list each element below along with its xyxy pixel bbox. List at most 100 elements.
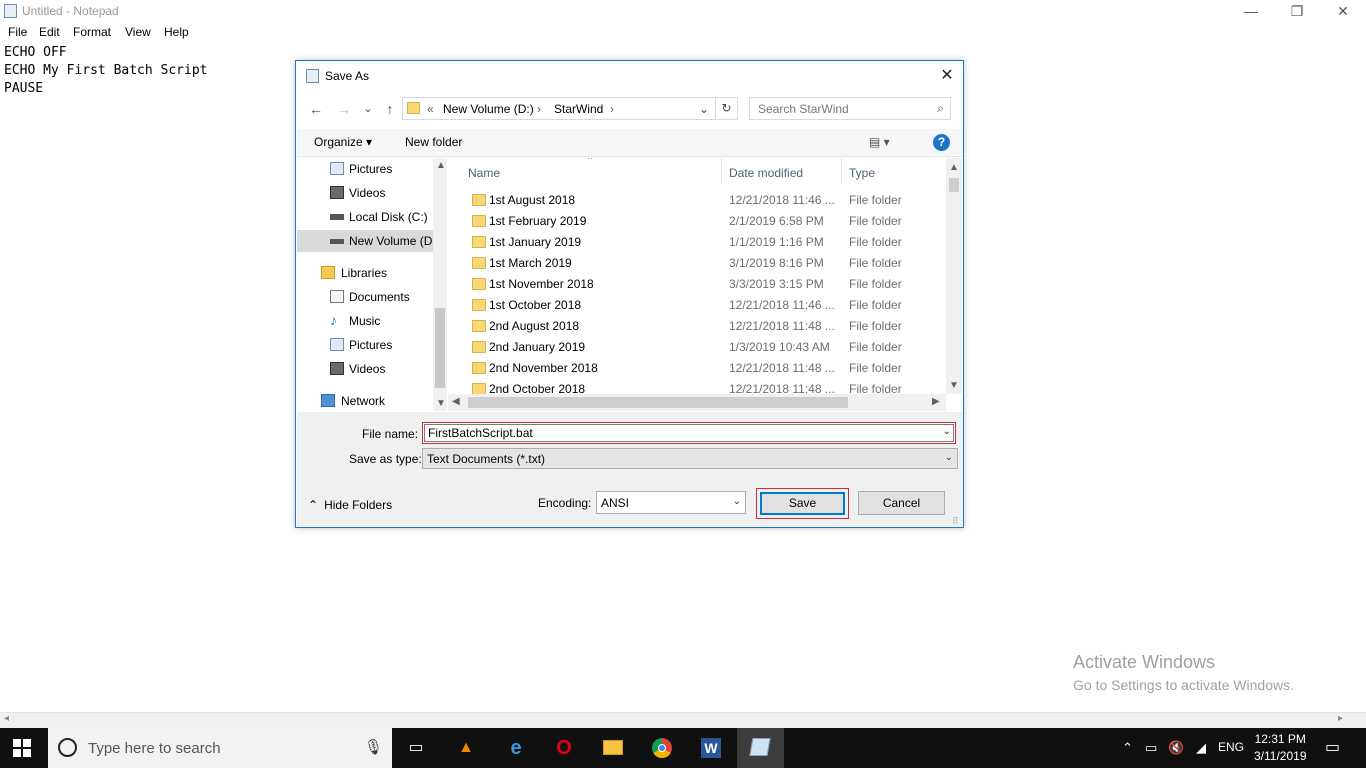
notifications-icon[interactable]: ▭ xyxy=(1325,737,1340,757)
taskbar-search-box[interactable]: Type here to search 🎙 xyxy=(48,728,392,768)
up-button[interactable]: ↑ xyxy=(380,99,400,119)
help-icon[interactable]: ? xyxy=(933,134,950,151)
editor-text-area[interactable]: ECHO OFF ECHO My First Batch Script PAUSE xyxy=(4,44,208,98)
system-clock[interactable]: 12:31 PM 3/11/2019 xyxy=(1254,731,1307,765)
file-row[interactable]: 2nd November 2018 12/21/2018 11:48 ... Fil… xyxy=(448,358,944,379)
nav-pane-scrollbar[interactable]: ▲ ▼ xyxy=(433,158,447,411)
menu-view[interactable]: View xyxy=(125,25,151,39)
column-header-date[interactable]: Date modified xyxy=(729,166,803,180)
word-icon[interactable]: W xyxy=(699,736,723,760)
hide-folders-button[interactable]: ⌃ Hide Folders xyxy=(308,498,392,512)
editor-horizontal-scrollbar[interactable]: ◂ ▸ xyxy=(0,712,1366,728)
nav-item-pictures[interactable]: Pictures xyxy=(297,158,433,180)
scroll-right-icon[interactable]: ▸ xyxy=(1338,713,1343,724)
chrome-icon[interactable] xyxy=(650,736,674,760)
new-folder-button[interactable]: New folder xyxy=(405,135,462,149)
save-as-type-select[interactable]: Text Documents (*.txt) ⌄ xyxy=(422,448,958,469)
file-row[interactable]: 1st March 2019 3/1/2019 8:16 PM File folde… xyxy=(448,253,944,274)
scroll-up-icon[interactable]: ▲ xyxy=(949,162,959,173)
scroll-thumb[interactable] xyxy=(435,308,445,388)
watermark-title: Activate Windows xyxy=(1073,652,1216,672)
file-explorer-icon[interactable] xyxy=(601,736,625,760)
file-date: 2/1/2019 6:58 PM xyxy=(729,214,824,228)
file-row[interactable]: 1st January 2019 1/1/2019 1:16 PM File fol… xyxy=(448,232,944,253)
cancel-button[interactable]: Cancel xyxy=(858,491,945,515)
file-name-input[interactable]: FirstBatchScript.bat ⌄ xyxy=(422,422,956,444)
nav-item-music[interactable]: ♪ Music xyxy=(297,310,433,332)
view-options-icon[interactable]: ▤ ▾ xyxy=(869,135,890,149)
back-button[interactable]: ← xyxy=(306,99,326,119)
file-row[interactable]: 1st August 2018 12/21/2018 11:46 ... File … xyxy=(448,190,944,211)
chevron-up-icon[interactable]: ⌃ xyxy=(1122,740,1133,756)
nav-item-label: Music xyxy=(349,314,381,328)
scroll-left-icon[interactable]: ◀ xyxy=(452,396,460,407)
search-input[interactable]: Search StarWind ⌕ xyxy=(749,97,951,120)
menu-edit[interactable]: Edit xyxy=(39,25,60,39)
nav-item-pictures-library[interactable]: Pictures xyxy=(297,334,433,356)
scroll-up-icon[interactable]: ▲ xyxy=(436,160,446,171)
nav-item-videos-library[interactable]: Videos xyxy=(297,358,433,380)
file-list-vertical-scrollbar[interactable]: ▲ ▼ xyxy=(946,158,962,394)
opera-icon[interactable]: O xyxy=(552,736,576,760)
file-row[interactable]: 1st November 2018 3/3/2019 3:15 PM File fo… xyxy=(448,274,944,295)
nav-item-label: New Volume (D:) xyxy=(349,234,433,248)
scroll-down-icon[interactable]: ▼ xyxy=(436,398,446,409)
address-dropdown-icon[interactable]: ⌄ xyxy=(699,102,709,116)
menu-file[interactable]: File xyxy=(8,25,27,39)
scroll-right-icon[interactable]: ▶ xyxy=(932,396,940,407)
recent-locations-button[interactable]: ⌄ xyxy=(358,99,378,119)
nav-item-new-volume[interactable]: New Volume (D:) xyxy=(297,230,433,252)
scroll-down-icon[interactable]: ▼ xyxy=(949,380,959,391)
notepad-taskbar-button[interactable] xyxy=(737,728,784,768)
nav-item-libraries[interactable]: Libraries xyxy=(297,262,433,284)
file-row[interactable]: 1st February 2019 2/1/2019 6:58 PM File fo… xyxy=(448,211,944,232)
scroll-thumb[interactable] xyxy=(949,178,959,192)
address-bar[interactable]: « New Volume (D:) › StarWind › ⌄ xyxy=(402,97,716,120)
network-icon[interactable]: ◢ xyxy=(1196,740,1206,756)
nav-item-label: Videos xyxy=(349,186,386,200)
encoding-select[interactable]: ANSI ⌄ xyxy=(596,491,746,514)
column-header-type[interactable]: Type xyxy=(849,166,875,180)
chevron-down-icon[interactable]: ⌄ xyxy=(943,426,951,437)
scroll-left-icon[interactable]: ◂ xyxy=(4,713,9,724)
nav-item-videos[interactable]: Videos xyxy=(297,182,433,204)
file-name: 2nd November 2018 xyxy=(489,361,598,375)
nav-item-documents[interactable]: Documents xyxy=(297,286,433,308)
volume-muted-icon[interactable]: 🔇 xyxy=(1168,740,1184,756)
microphone-icon[interactable]: 🎙 xyxy=(364,738,383,756)
breadcrumb-starwind[interactable]: StarWind xyxy=(554,102,603,116)
address-overflow[interactable]: « xyxy=(427,102,434,116)
file-row[interactable]: 2nd January 2019 1/3/2019 10:43 AM File fo… xyxy=(448,337,944,358)
scroll-thumb[interactable] xyxy=(468,397,848,408)
forward-button[interactable]: → xyxy=(334,99,354,119)
maximize-button[interactable]: ❐ xyxy=(1274,0,1320,22)
file-row[interactable]: 1st October 2018 12/21/2018 11:46 ... File… xyxy=(448,295,944,316)
column-divider[interactable] xyxy=(721,158,722,184)
refresh-button[interactable]: ↻ xyxy=(716,97,738,120)
vlc-icon[interactable]: ▲ xyxy=(454,736,478,760)
windows-start-button[interactable] xyxy=(13,739,31,757)
task-view-icon[interactable]: ▭ xyxy=(404,736,428,760)
file-date: 3/1/2019 8:16 PM xyxy=(729,256,824,270)
breadcrumb-new-volume[interactable]: New Volume (D:) xyxy=(443,102,534,116)
battery-icon[interactable]: ▭ xyxy=(1145,740,1157,756)
file-list-horizontal-scrollbar[interactable]: ◀ ▶ xyxy=(448,394,946,411)
menu-format[interactable]: Format xyxy=(73,25,111,39)
column-header-name[interactable]: Name xyxy=(468,166,500,180)
language-indicator[interactable]: ENG xyxy=(1218,740,1244,754)
file-type: File folder xyxy=(849,361,902,375)
nav-item-network[interactable]: Network xyxy=(297,390,433,411)
pictures-icon xyxy=(330,338,344,351)
edge-icon[interactable]: e xyxy=(504,736,528,760)
organize-button[interactable]: Organize ▾ xyxy=(314,135,372,149)
dialog-close-button[interactable]: ✕ xyxy=(936,65,958,87)
nav-item-local-disk[interactable]: Local Disk (C:) xyxy=(297,206,433,228)
resize-grip-icon[interactable]: ⠿ xyxy=(952,516,959,527)
cortana-icon xyxy=(58,738,77,757)
column-divider[interactable] xyxy=(841,158,842,184)
menu-help[interactable]: Help xyxy=(164,25,189,39)
close-button[interactable]: ✕ xyxy=(1320,0,1366,22)
minimize-button[interactable]: — xyxy=(1228,0,1274,22)
save-button[interactable]: Save xyxy=(756,488,849,519)
file-row[interactable]: 2nd August 2018 12/21/2018 11:48 ... File … xyxy=(448,316,944,337)
